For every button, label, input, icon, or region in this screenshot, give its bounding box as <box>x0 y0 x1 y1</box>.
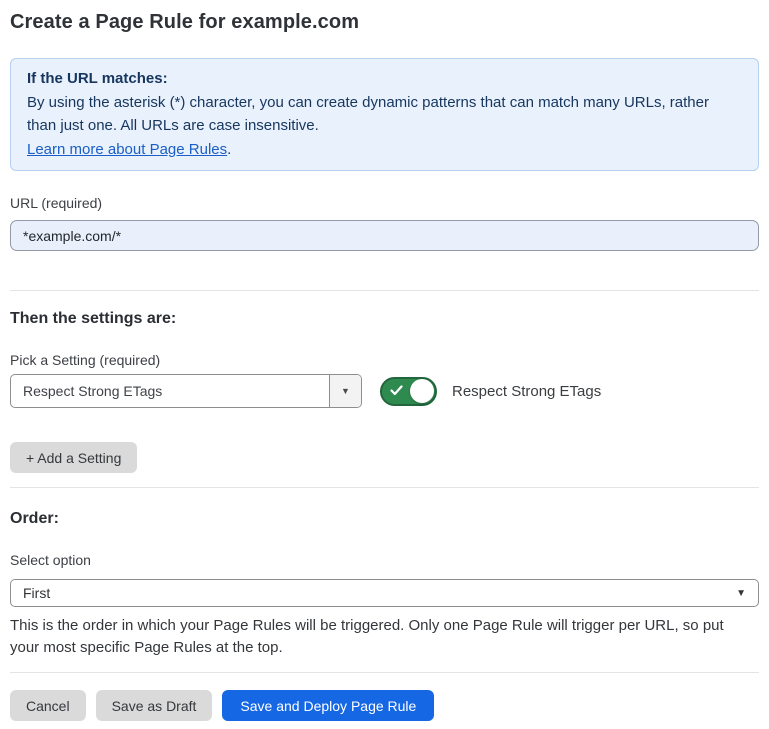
setting-row: Respect Strong ETags ▼ Respect Strong ET… <box>10 374 759 408</box>
toggle-label: Respect Strong ETags <box>452 383 601 400</box>
chevron-down-icon: ▼ <box>736 588 746 599</box>
section-divider <box>10 290 759 291</box>
info-box-link-line: Learn more about Page Rules. <box>27 138 742 162</box>
page-rule-form: Create a Page Rule for example.com If th… <box>0 11 769 721</box>
cancel-button[interactable]: Cancel <box>10 690 86 721</box>
section-divider <box>10 487 759 488</box>
info-box-heading: If the URL matches: <box>27 67 742 91</box>
learn-more-link[interactable]: Learn more about Page Rules <box>27 141 227 158</box>
footer-actions: Cancel Save as Draft Save and Deploy Pag… <box>10 690 759 721</box>
etags-toggle[interactable] <box>380 377 437 406</box>
check-icon <box>390 385 403 396</box>
setting-select-value: Respect Strong ETags <box>11 375 329 407</box>
url-label: URL (required) <box>10 195 759 211</box>
settings-section-heading: Then the settings are: <box>10 310 759 328</box>
order-select-value: First <box>23 585 736 601</box>
page-title: Create a Page Rule for example.com <box>10 11 759 34</box>
order-help-text: This is the order in which your Page Rul… <box>10 615 755 659</box>
link-suffix: . <box>227 141 231 158</box>
save-deploy-button[interactable]: Save and Deploy Page Rule <box>222 690 434 721</box>
chevron-down-icon: ▼ <box>341 386 350 396</box>
save-draft-button[interactable]: Save as Draft <box>96 690 213 721</box>
order-section-heading: Order: <box>10 510 759 528</box>
add-setting-button[interactable]: + Add a Setting <box>10 442 137 473</box>
order-select[interactable]: First ▼ <box>10 579 759 607</box>
setting-select-arrow-button[interactable]: ▼ <box>329 375 361 407</box>
url-match-info-box: If the URL matches: By using the asteris… <box>10 58 759 171</box>
pick-setting-label: Pick a Setting (required) <box>10 352 759 368</box>
setting-select[interactable]: Respect Strong ETags ▼ <box>10 374 362 408</box>
toggle-knob <box>410 379 434 403</box>
order-select-label: Select option <box>10 552 759 568</box>
footer-divider <box>10 672 759 673</box>
info-box-body: By using the asterisk (*) character, you… <box>27 91 742 138</box>
url-input[interactable] <box>10 220 759 251</box>
